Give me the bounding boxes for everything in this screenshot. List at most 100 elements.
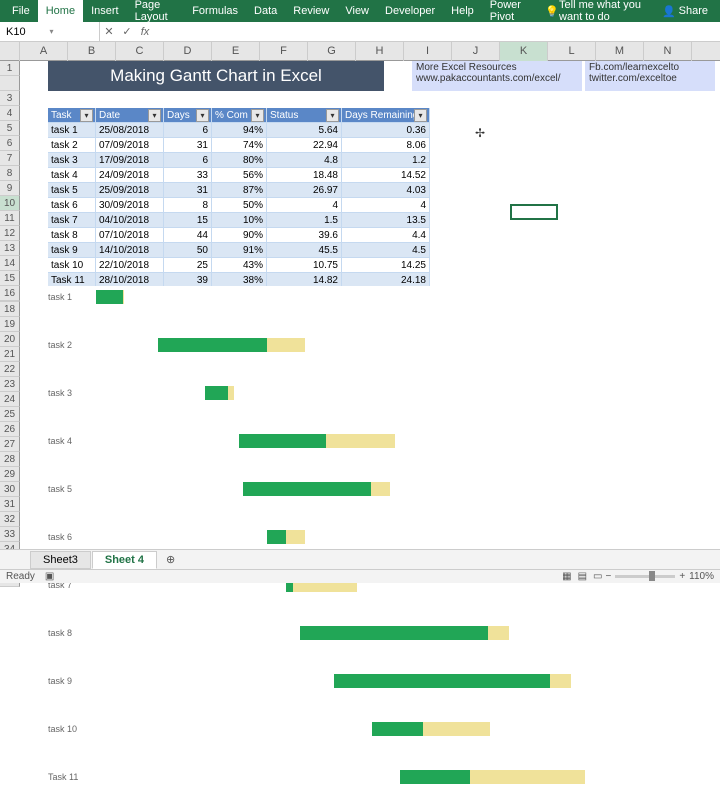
ribbon-tab-view[interactable]: View xyxy=(337,0,377,22)
table-row[interactable]: task 525/09/20183187%26.974.03 xyxy=(48,183,430,198)
col-header[interactable]: L xyxy=(548,42,596,61)
table-cell[interactable]: 25 xyxy=(164,258,212,273)
row-header[interactable]: 26 xyxy=(0,422,20,437)
zoom-control[interactable]: − + 110% xyxy=(605,571,714,582)
ribbon-tab-home[interactable]: Home xyxy=(38,0,83,22)
table-cell[interactable]: 4.03 xyxy=(342,183,430,198)
col-header[interactable]: K xyxy=(500,42,548,61)
ribbon-tab-developer[interactable]: Developer xyxy=(377,0,443,22)
table-cell[interactable]: task 8 xyxy=(48,228,96,243)
col-header[interactable]: H xyxy=(356,42,404,61)
table-cell[interactable]: task 6 xyxy=(48,198,96,213)
row-header[interactable]: 12 xyxy=(0,226,20,241)
zoom-slider[interactable] xyxy=(615,575,675,578)
row-header[interactable]: 22 xyxy=(0,362,20,377)
table-cell[interactable]: 22/10/2018 xyxy=(96,258,164,273)
data-table[interactable]: TaskDateDays% ComStatusDays Remainingtas… xyxy=(48,108,430,288)
table-cell[interactable]: 31 xyxy=(164,183,212,198)
row-header[interactable]: 8 xyxy=(0,166,20,181)
row-header[interactable]: 20 xyxy=(0,332,20,347)
table-cell[interactable]: 4.4 xyxy=(342,228,430,243)
table-cell[interactable]: 6 xyxy=(164,153,212,168)
row-header[interactable]: 30 xyxy=(0,482,20,497)
record-macro-icon[interactable]: ▣ xyxy=(45,571,54,582)
table-cell[interactable]: 50% xyxy=(212,198,267,213)
row-header[interactable]: 14 xyxy=(0,256,20,271)
table-cell[interactable]: 4 xyxy=(342,198,430,213)
table-header-cell[interactable]: Date xyxy=(96,108,164,123)
view-normal-icon[interactable]: ▦ xyxy=(562,571,571,582)
table-cell[interactable]: 14.25 xyxy=(342,258,430,273)
share-button[interactable]: 👤Share xyxy=(654,5,716,18)
cancel-icon[interactable]: ✕ xyxy=(100,25,118,38)
col-header[interactable]: G xyxy=(308,42,356,61)
table-cell[interactable]: 43% xyxy=(212,258,267,273)
row-header[interactable]: 1 xyxy=(0,61,20,76)
sheet-tab[interactable]: Sheet3 xyxy=(30,551,91,569)
table-cell[interactable]: 80% xyxy=(212,153,267,168)
table-row[interactable]: task 317/09/2018680%4.81.2 xyxy=(48,153,430,168)
table-cell[interactable]: 94% xyxy=(212,123,267,138)
name-box[interactable]: K10▾ xyxy=(0,22,100,41)
sheet-tab-active[interactable]: Sheet 4 xyxy=(92,551,157,569)
table-cell[interactable]: 1.5 xyxy=(267,213,342,228)
table-cell[interactable]: 39.6 xyxy=(267,228,342,243)
table-cell[interactable]: 14/10/2018 xyxy=(96,243,164,258)
table-row[interactable]: task 807/10/20184490%39.64.4 xyxy=(48,228,430,243)
table-header-cell[interactable]: Task xyxy=(48,108,96,123)
table-cell[interactable]: task 4 xyxy=(48,168,96,183)
table-cell[interactable]: 24/09/2018 xyxy=(96,168,164,183)
col-header[interactable]: C xyxy=(116,42,164,61)
table-cell[interactable]: 90% xyxy=(212,228,267,243)
row-header[interactable]: 28 xyxy=(0,452,20,467)
table-cell[interactable]: 10% xyxy=(212,213,267,228)
table-header-cell[interactable]: Days Remaining xyxy=(342,108,430,123)
table-cell[interactable]: task 5 xyxy=(48,183,96,198)
ribbon-tab-data[interactable]: Data xyxy=(246,0,285,22)
col-header[interactable]: B xyxy=(68,42,116,61)
tell-me-search[interactable]: 💡 Tell me what you want to do xyxy=(537,0,654,22)
ribbon-tab-power-pivot[interactable]: Power Pivot xyxy=(482,0,538,22)
row-header[interactable]: 21 xyxy=(0,347,20,362)
table-row[interactable]: task 914/10/20185091%45.54.5 xyxy=(48,243,430,258)
row-header[interactable]: 6 xyxy=(0,136,20,151)
table-cell[interactable]: 25/08/2018 xyxy=(96,123,164,138)
row-header[interactable]: 25 xyxy=(0,407,20,422)
ribbon-tab-insert[interactable]: Insert xyxy=(83,0,127,22)
col-header[interactable] xyxy=(0,42,20,61)
table-cell[interactable]: 45.5 xyxy=(267,243,342,258)
row-header[interactable]: 33 xyxy=(0,527,20,542)
row-header[interactable]: 3 xyxy=(0,91,20,106)
col-header[interactable]: J xyxy=(452,42,500,61)
ribbon-tab-page-layout[interactable]: Page Layout xyxy=(127,0,185,22)
row-header[interactable]: 24 xyxy=(0,392,20,407)
table-cell[interactable]: 5.64 xyxy=(267,123,342,138)
col-header[interactable]: I xyxy=(404,42,452,61)
row-header[interactable]: 15 xyxy=(0,271,20,286)
col-header[interactable]: D xyxy=(164,42,212,61)
row-header[interactable]: 29 xyxy=(0,467,20,482)
row-header[interactable]: 27 xyxy=(0,437,20,452)
table-row[interactable]: task 125/08/2018694%5.640.36 xyxy=(48,123,430,138)
column-headers[interactable]: ABCDEFGHIJKLMN xyxy=(0,42,720,61)
table-cell[interactable]: 26.97 xyxy=(267,183,342,198)
table-cell[interactable]: task 7 xyxy=(48,213,96,228)
ribbon-tab-review[interactable]: Review xyxy=(285,0,337,22)
table-cell[interactable]: task 1 xyxy=(48,123,96,138)
row-header[interactable]: 32 xyxy=(0,512,20,527)
table-cell[interactable]: 17/09/2018 xyxy=(96,153,164,168)
fx-icon[interactable]: fx xyxy=(136,26,154,38)
table-cell[interactable]: 50 xyxy=(164,243,212,258)
table-cell[interactable]: 56% xyxy=(212,168,267,183)
table-cell[interactable]: 18.48 xyxy=(267,168,342,183)
table-cell[interactable]: 07/10/2018 xyxy=(96,228,164,243)
row-header[interactable]: 9 xyxy=(0,181,20,196)
table-row[interactable]: task 630/09/2018850%44 xyxy=(48,198,430,213)
table-cell[interactable]: 91% xyxy=(212,243,267,258)
row-header[interactable]: 18 xyxy=(0,302,20,317)
table-cell[interactable]: 4.5 xyxy=(342,243,430,258)
table-cell[interactable]: task 3 xyxy=(48,153,96,168)
row-header[interactable]: 31 xyxy=(0,497,20,512)
table-cell[interactable]: 87% xyxy=(212,183,267,198)
table-cell[interactable]: 31 xyxy=(164,138,212,153)
